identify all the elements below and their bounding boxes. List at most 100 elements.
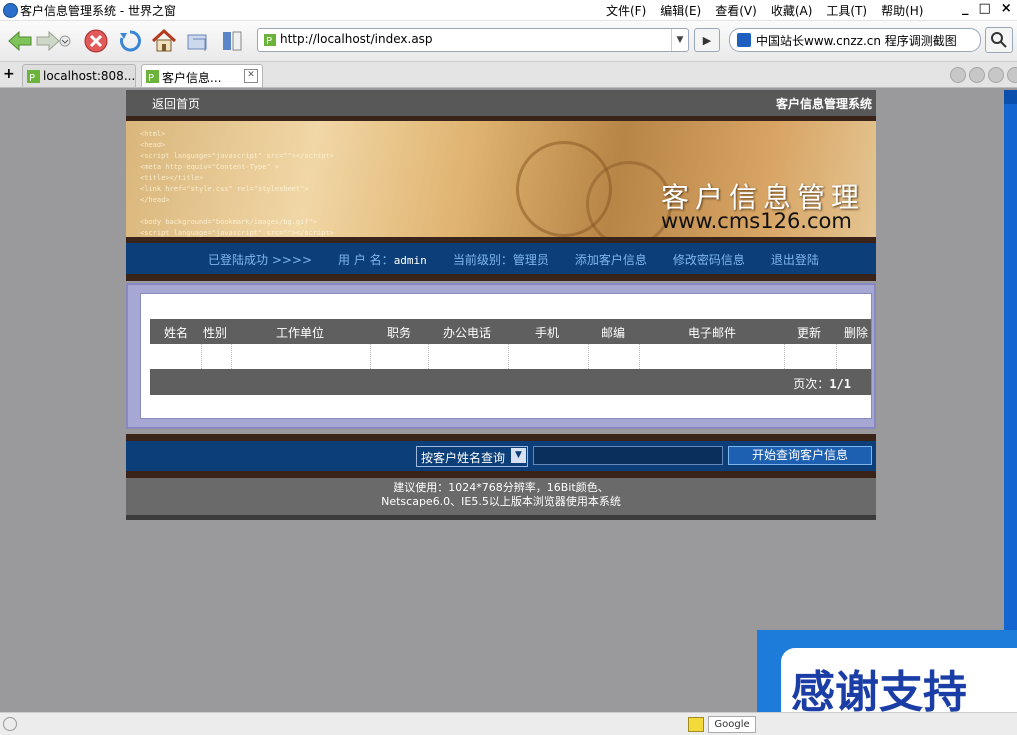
glasses-decoration — [586, 161, 672, 237]
footer-line-1: 建议使用：1024*768分辨率，16Bit颜色、 — [393, 481, 609, 494]
table-header: 姓名 性别 工作单位 职务 办公电话 手机 邮编 电子邮件 更新 删除 — [150, 319, 871, 344]
tab-navigation — [950, 67, 1017, 83]
col-email: 电子邮件 — [688, 326, 737, 340]
window-title: 客户信息管理系统 - 世界之窗 — [20, 4, 176, 18]
col-zip: 邮编 — [601, 326, 626, 340]
header-banner: <html> <head> <script language="javascri… — [126, 121, 876, 237]
page-favicon-icon: P — [146, 70, 159, 83]
menu-tools[interactable]: 工具(T) — [826, 2, 867, 19]
query-input[interactable] — [533, 446, 723, 465]
search-engine-label: 中国站长www.cnzz.cn 程序调测截图 — [756, 34, 957, 48]
tab-list-icon[interactable] — [950, 67, 966, 83]
refresh-button[interactable] — [116, 27, 144, 55]
col-delete: 删除 — [844, 326, 869, 340]
menu-favorites[interactable]: 收藏(A) — [771, 2, 813, 19]
play-icon: ▶ — [702, 33, 712, 47]
col-name: 姓名 — [164, 326, 189, 340]
menu-view[interactable]: 查看(V) — [715, 2, 757, 19]
divider — [126, 274, 876, 281]
menu-file[interactable]: 文件(F) — [606, 2, 646, 19]
pager-value: 1/1 — [829, 377, 851, 391]
change-password-link[interactable]: 修改密码信息 — [673, 251, 745, 268]
address-bar[interactable]: P http://localhost/index.asp ▼ — [257, 28, 689, 52]
cell-divider — [588, 344, 589, 369]
system-title: 客户信息管理系统 — [775, 97, 872, 111]
history-dropdown-button[interactable] — [58, 27, 72, 55]
cell-divider — [428, 344, 429, 369]
notes-icon[interactable] — [688, 717, 704, 732]
chevron-down-icon: ▼ — [511, 448, 526, 463]
menu-help[interactable]: 帮助(H) — [881, 2, 923, 19]
cell-divider — [784, 344, 785, 369]
col-company: 工作单位 — [276, 326, 325, 340]
address-input[interactable]: http://localhost/index.asp — [280, 32, 433, 46]
user-level: 当前级别：管理员 — [452, 253, 549, 267]
footer-line-2: Netscape6.0、IE5.5以上版本浏览器使用本系统 — [381, 495, 621, 508]
browser-globe-icon — [3, 3, 18, 18]
back-arrow-icon — [8, 30, 32, 52]
tab-menu-icon[interactable] — [1007, 67, 1017, 83]
svg-text:P: P — [148, 73, 154, 83]
tab-label: localhost:808... — [43, 69, 136, 83]
google-toolbar-button[interactable]: Google — [708, 716, 756, 733]
cell-divider — [508, 344, 509, 369]
logout-link[interactable]: 退出登陆 — [771, 251, 819, 268]
page-favicon-icon: P — [27, 70, 40, 83]
col-gender: 性别 — [203, 326, 228, 340]
close-tab-button[interactable]: ✕ — [244, 69, 258, 83]
new-tab-button[interactable]: + — [3, 66, 15, 82]
stop-button[interactable] — [82, 27, 110, 55]
divider — [126, 515, 876, 520]
vertical-scrollbar[interactable] — [1004, 90, 1017, 710]
scroll-up-button[interactable] — [1004, 90, 1017, 104]
stop-icon — [84, 29, 108, 53]
page-favicon-icon: P — [264, 34, 276, 47]
username: admin — [393, 254, 427, 267]
tab-localhost[interactable]: P localhost:808... — [22, 64, 136, 87]
address-dropdown-button[interactable]: ▼ — [671, 29, 688, 51]
thanks-card: 感谢支持 — [781, 648, 1017, 712]
chevron-down-icon — [59, 35, 71, 47]
pager: 页次：1/1 — [793, 375, 851, 392]
query-type-value: 按客户姓名查询 — [421, 451, 506, 465]
add-customer-link[interactable]: 添加客户信息 — [575, 251, 647, 268]
banner-url: www.cms126.com — [661, 209, 852, 233]
web-page: 返回首页 客户信息管理系统 <html> <head> <script lang… — [126, 90, 876, 520]
cell-divider — [836, 344, 837, 369]
tab-customer-info[interactable]: P 客户信息... ✕ — [141, 64, 263, 87]
search-button[interactable] — [985, 27, 1013, 53]
tab-label: 客户信息... — [162, 71, 222, 85]
favorites-button[interactable] — [184, 27, 212, 55]
menu-edit[interactable]: 编辑(E) — [660, 2, 701, 19]
table-row — [150, 344, 871, 369]
thanks-text: 感谢支持 — [791, 667, 967, 712]
login-status: 已登陆成功 >>>> — [208, 253, 313, 267]
start-query-button[interactable]: 开始查询客户信息 — [728, 446, 872, 465]
cell-divider — [201, 344, 202, 369]
status-bar: Google — [0, 712, 1017, 735]
tab-prev-icon[interactable] — [969, 67, 985, 83]
tab-next-icon[interactable] — [988, 67, 1004, 83]
col-office-phone: 办公电话 — [443, 326, 492, 340]
minimize-button[interactable]: _ — [962, 1, 969, 16]
search-box[interactable]: 中国站长www.cnzz.cn 程序调测截图 — [729, 28, 981, 52]
go-button[interactable]: ▶ — [694, 28, 720, 52]
thanks-overlay: 感谢支持 — [757, 630, 1017, 712]
home-link[interactable]: 返回首页 — [152, 95, 200, 112]
query-type-select[interactable]: 按客户姓名查询 ▼ — [416, 446, 528, 467]
home-button[interactable] — [150, 27, 178, 55]
user-label: 用 户 名： — [338, 253, 394, 267]
back-button[interactable] — [6, 27, 34, 55]
maximize-button[interactable]: □ — [979, 1, 991, 16]
close-window-button[interactable]: × — [1001, 1, 1012, 16]
user-info: 用 户 名：admin — [338, 251, 427, 268]
pager-label: 页次： — [793, 377, 830, 391]
window-controls: _ □ × — [962, 1, 1012, 16]
cell-divider — [370, 344, 371, 369]
cell-divider — [639, 344, 640, 369]
banner-code-decoration: <html> <head> <script language="javascri… — [140, 130, 334, 237]
search-engine-icon — [737, 33, 751, 47]
nav-bar: 已登陆成功 >>>> 用 户 名：admin 当前级别：管理员 添加客户信息 修… — [126, 243, 876, 274]
search-icon — [991, 32, 1007, 48]
reading-button[interactable] — [218, 27, 246, 55]
